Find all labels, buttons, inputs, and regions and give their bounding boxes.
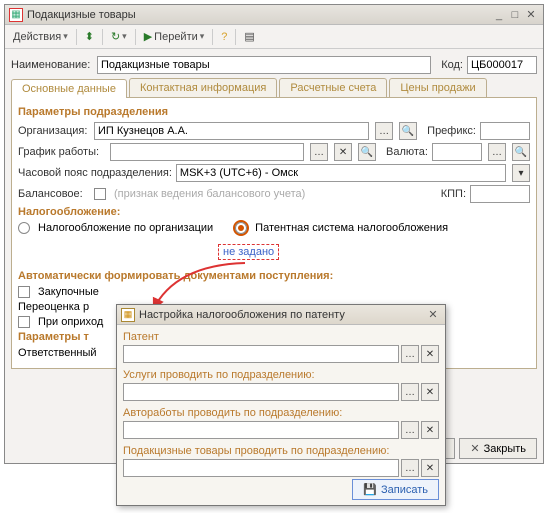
balance-hint: (признак ведения балансового учета) [114,188,305,200]
dialog-body: Патент … ✕ Услуги проводить по подраздел… [117,325,445,489]
currency-find-button[interactable]: 🔍 [512,143,530,161]
separator [76,29,77,45]
save-icon: 💾 [363,483,377,496]
dlg-services-label: Услуги проводить по подразделению: [123,369,439,381]
app-icon: ▦ [9,8,23,22]
chk-onreceipt[interactable] [18,316,30,328]
dialog-save-button[interactable]: 💾 Записать [352,479,439,500]
close-icon: ✕ [470,442,479,455]
dialog-titlebar: ▦ Настройка налогообложения по патенту ✕ [117,305,445,325]
separator [235,29,236,45]
org-input[interactable]: ИП Кузнецов А.А. [94,122,369,140]
schedule-select-button[interactable]: … [310,143,328,161]
dlg-patent-label: Патент [123,331,439,343]
org-label: Организация: [18,125,90,137]
currency-label: Валюта: [386,146,428,158]
chk-purchase-label: Закупочные [38,286,99,298]
goto-icon: ▶ [144,30,152,43]
schedule-clear-button[interactable]: ✕ [334,143,352,161]
dialog-icon: ▦ [121,308,135,322]
goto-menu[interactable]: ▶ Перейти ▾ [140,28,209,45]
chk-purchase[interactable] [18,286,30,298]
params-heading: Параметры подразделения [18,106,530,118]
goto-label: Перейти [154,31,198,43]
dlg-services-input[interactable] [123,383,399,401]
dialog-title: Настройка налогообложения по патенту [139,309,425,321]
dlg-patent-select[interactable]: … [401,345,419,363]
radio-org[interactable] [18,222,30,234]
revaluation-label: Переоценка р [18,301,89,313]
separator [135,29,136,45]
kpp-input[interactable] [470,185,530,203]
currency-input[interactable] [432,143,482,161]
tz-dropdown-button[interactable]: ▾ [512,164,530,182]
chevron-down-icon: ▾ [63,31,68,42]
toolbar-btn-2[interactable]: ↻▾ [107,28,131,45]
schedule-find-button[interactable]: 🔍 [358,143,376,161]
radio-patent-label: Патентная система налогообложения [255,222,448,234]
dlg-excise-input[interactable] [123,459,399,477]
schedule-label: График работы: [18,146,106,158]
radio-org-label: Налогообложение по организации [38,222,213,234]
dlg-patent-clear[interactable]: ✕ [421,345,439,363]
dlg-excise-clear[interactable]: ✕ [421,459,439,477]
radio-patent[interactable] [235,222,247,234]
tab-contact[interactable]: Контактная информация [129,78,277,97]
titlebar: ▦ Подакцизные товары _ □ ✕ [5,5,543,25]
dlg-patent-input[interactable] [123,345,399,363]
tab-prices[interactable]: Цены продажи [389,78,486,97]
responsible-label: Ответственный [18,347,97,359]
actions-menu[interactable]: Действия ▾ [9,29,72,45]
tz-label: Часовой пояс подразделения: [18,167,172,179]
schedule-input[interactable] [110,143,304,161]
maximize-button[interactable]: □ [507,9,523,21]
org-find-button[interactable]: 🔍 [399,122,417,140]
separator [102,29,103,45]
dialog-close-button[interactable]: ✕ [425,308,441,321]
name-label: Наименование: [11,59,93,71]
prefix-input[interactable] [480,122,530,140]
toolbar-btn-3[interactable]: ▤ [240,28,258,45]
tabs: Основные данные Контактная информация Ра… [11,78,537,98]
dlg-services-select[interactable]: … [401,383,419,401]
dlg-autoworks-select[interactable]: … [401,421,419,439]
link-notset[interactable]: не задано [218,244,279,260]
currency-select-button[interactable]: … [488,143,506,161]
auto-heading: Автоматически формировать документами по… [18,270,530,282]
org-select-button[interactable]: … [375,122,393,140]
tab-accounts[interactable]: Расчетные счета [279,78,387,97]
close-footer-button[interactable]: ✕ Закрыть [459,438,537,459]
name-input[interactable]: Подакцизные товары [97,56,431,74]
minimize-button[interactable]: _ [491,9,507,21]
window-title: Подакцизные товары [27,9,491,21]
toolbar: Действия ▾ ⬍ ↻▾ ▶ Перейти ▾ ? ▤ [5,25,543,49]
kpp-label: КПП: [441,188,466,200]
tab-main[interactable]: Основные данные [11,79,127,98]
chk-onreceipt-label: При оприход [38,316,103,328]
help-button[interactable]: ? [217,29,231,45]
tz-input[interactable]: MSK+3 (UTC+6) - Омск [176,164,506,182]
balance-checkbox[interactable] [94,188,106,200]
close-button[interactable]: ✕ [523,8,539,21]
code-input[interactable]: ЦБ000017 [467,56,537,74]
separator [212,29,213,45]
toolbar-btn-1[interactable]: ⬍ [81,28,98,45]
dlg-autoworks-input[interactable] [123,421,399,439]
prefix-label: Префикс: [427,125,476,137]
chevron-down-icon: ▾ [200,31,205,42]
patent-dialog: ▦ Настройка налогообложения по патенту ✕… [116,304,446,506]
dlg-autoworks-label: Авторабoты проводить по подразделению: [123,407,439,419]
dlg-excise-label: Подакцизные товары проводить по подразде… [123,445,439,457]
balance-label: Балансовое: [18,188,90,200]
dlg-services-clear[interactable]: ✕ [421,383,439,401]
dialog-footer: 💾 Записать [352,479,439,500]
code-label: Код: [441,59,463,71]
actions-label: Действия [13,31,61,43]
dlg-excise-select[interactable]: … [401,459,419,477]
tax-heading: Налогообложение: [18,206,530,218]
dlg-autoworks-clear[interactable]: ✕ [421,421,439,439]
